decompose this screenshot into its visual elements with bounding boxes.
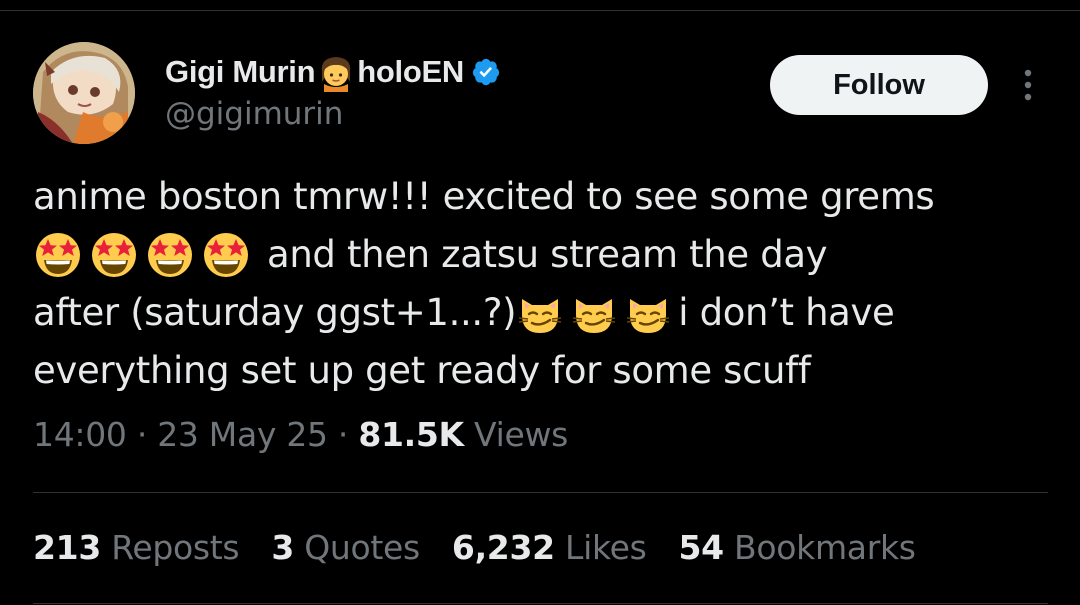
quotes-stat[interactable]: 3 Quotes <box>271 528 420 567</box>
top-divider <box>0 10 1080 11</box>
tweet-line-1-text: anime boston tmrw!!! excited to see some… <box>33 175 935 218</box>
smirking-cat-emoji-icon <box>624 289 672 337</box>
meta-separator: · <box>136 415 148 454</box>
smirking-cat-emoji-icon <box>570 289 618 337</box>
likes-label: Likes <box>565 528 647 567</box>
star-struck-emoji-icon <box>33 230 83 280</box>
author-name-row[interactable]: Gigi Murin holoEN <box>165 52 501 92</box>
avatar[interactable] <box>33 42 135 144</box>
views-label[interactable]: Views <box>474 415 568 454</box>
reposts-count: 213 <box>33 528 101 567</box>
quotes-count: 3 <box>271 528 294 567</box>
bookmarks-stat[interactable]: 54 Bookmarks <box>678 528 916 567</box>
tweet-date[interactable]: 23 May 25 <box>157 415 328 454</box>
bookmarks-count: 54 <box>678 528 724 567</box>
quotes-label: Quotes <box>304 528 420 567</box>
tweet-line-3: after (saturday ggst+1...?) i don’t have <box>33 284 1043 342</box>
tweet-line-2-text: and then zatsu stream the day <box>267 233 828 276</box>
engagement-stats: 213 Reposts 3 Quotes 6,232 Likes 54 Book… <box>33 528 948 567</box>
tweet-meta: 14:00 · 23 May 25 · 81.5K Views <box>33 415 568 454</box>
follow-button[interactable]: Follow <box>770 55 988 115</box>
display-name[interactable]: Gigi Murin <box>165 54 316 90</box>
tweet-line-4-text: everything set up get ready for some scu… <box>33 349 811 392</box>
verified-badge-icon <box>471 57 501 87</box>
tweet-line-1: anime boston tmrw!!! excited to see some… <box>33 168 1043 226</box>
tweet-line-3-text-a: after (saturday ggst+1...?) <box>33 291 517 334</box>
bottom-divider <box>33 603 1048 604</box>
reposts-label: Reposts <box>111 528 240 567</box>
tweet-text: anime boston tmrw!!! excited to see some… <box>33 168 1043 400</box>
likes-stat[interactable]: 6,232 Likes <box>452 528 647 567</box>
star-struck-emoji-icon <box>89 230 139 280</box>
smirking-cat-emoji-icon <box>516 289 564 337</box>
reposts-stat[interactable]: 213 Reposts <box>33 528 240 567</box>
tweet-line-4: everything set up get ready for some scu… <box>33 342 1043 400</box>
girl-emoji-icon <box>316 52 356 92</box>
tweet-line-2: and then zatsu stream the day <box>33 226 1043 284</box>
stats-divider <box>33 492 1048 493</box>
star-struck-emoji-icon <box>145 230 195 280</box>
views-count[interactable]: 81.5K <box>358 415 464 454</box>
tweet-line-3-text-b: i don’t have <box>678 291 895 334</box>
author-handle[interactable]: @gigimurin <box>165 96 343 132</box>
likes-count: 6,232 <box>451 528 555 567</box>
bookmarks-label: Bookmarks <box>734 528 916 567</box>
star-struck-emoji-icon <box>201 230 251 280</box>
display-name-suffix[interactable]: holoEN <box>357 54 464 90</box>
more-vertical-icon[interactable] <box>1015 66 1041 106</box>
tweet-time[interactable]: 14:00 <box>33 415 127 454</box>
meta-separator: · <box>337 415 349 454</box>
